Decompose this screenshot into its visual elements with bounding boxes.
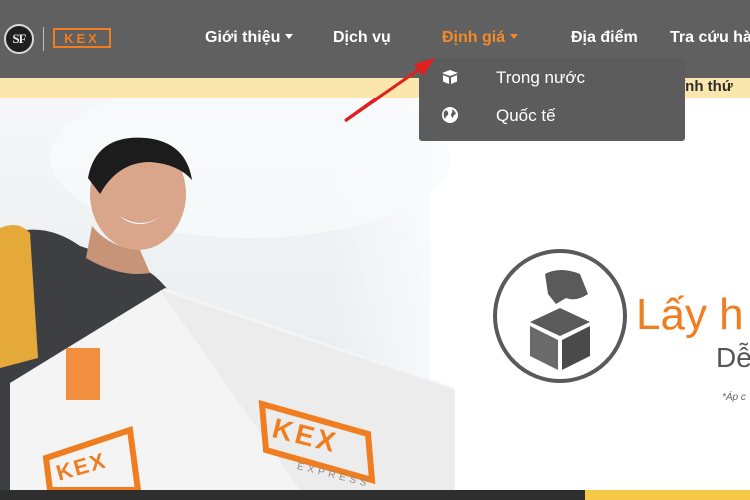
dropdown-item-quoc-te[interactable]: Quốc tế [419, 100, 685, 130]
bottom-bar-accent [585, 490, 750, 500]
chevron-down-icon [285, 34, 294, 39]
sf-logo[interactable]: SF [4, 24, 34, 54]
nav-dia-diem-label: Địa điểm [571, 29, 638, 46]
sf-logo-text: SF [12, 31, 26, 46]
chevron-down-icon [510, 34, 519, 39]
kex-logo-text: KEX [64, 30, 100, 46]
dropdown-item-trong-nuoc[interactable]: Trong nước [419, 62, 685, 92]
hero-slogan-sub: Dễ [716, 342, 750, 373]
nav-dinh-gia[interactable]: Định giá [442, 29, 519, 47]
logo-divider [43, 27, 44, 51]
nav-gioi-thieu-label: Giới thiệu [205, 29, 281, 46]
bottom-bar [0, 490, 750, 500]
box-icon [442, 70, 458, 84]
hero-banner[interactable]: KEX EXPRESS KEX Lấy h Dễ *Áp c [0, 98, 750, 490]
hero-slogan: Lấy h [636, 290, 744, 339]
kex-logo[interactable]: KEX [53, 28, 111, 48]
box-tape [66, 348, 100, 400]
dinh-gia-dropdown: Trong nước Quốc tế [419, 58, 685, 141]
nav-tra-cuu-label: Tra cứu hà [670, 29, 750, 46]
announcement-text: ính thứ [681, 78, 733, 95]
nav-dia-diem[interactable]: Địa điểm [571, 29, 638, 47]
nav-dich-vu[interactable]: Dịch vụ [333, 29, 391, 47]
nav-tra-cuu[interactable]: Tra cứu hà [670, 29, 750, 47]
globe-icon [442, 107, 458, 123]
hero-note: *Áp c [722, 392, 746, 403]
nav-gioi-thieu[interactable]: Giới thiệu [205, 29, 294, 47]
dropdown-item-label: Trong nước [496, 68, 585, 87]
nav-dich-vu-label: Dịch vụ [333, 29, 391, 46]
nav-dinh-gia-label: Định giá [442, 29, 506, 46]
dropdown-item-label: Quốc tế [496, 106, 556, 125]
